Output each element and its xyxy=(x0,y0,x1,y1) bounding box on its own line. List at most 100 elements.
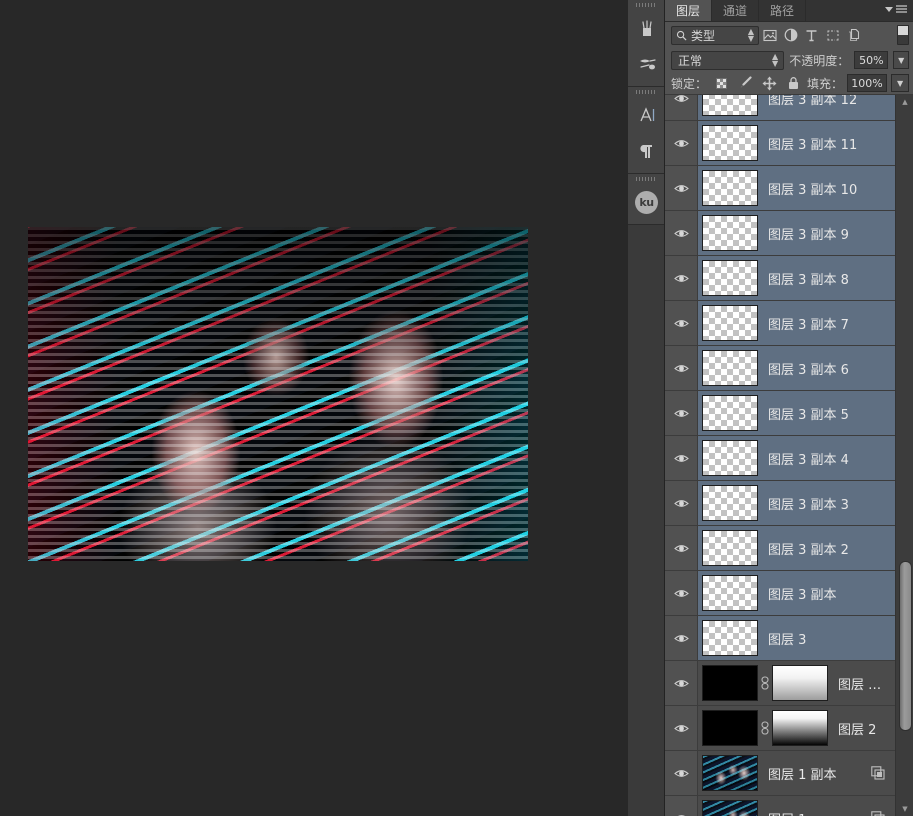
layer-visibility-toggle[interactable] xyxy=(665,481,698,525)
tab-layers[interactable]: 图层 xyxy=(665,0,713,21)
layer-visibility-toggle[interactable] xyxy=(665,616,698,660)
layer-row[interactable]: 图层 3 副本 7 xyxy=(665,301,895,346)
scroll-down-arrow-icon[interactable]: ▼ xyxy=(896,802,913,816)
layer-row[interactable]: 图层 3 副本 4 xyxy=(665,436,895,481)
layer-name[interactable]: 图层 3 副本 11 xyxy=(768,134,895,153)
layer-row[interactable]: 图层 3 副本 10 xyxy=(665,166,895,211)
layer-visibility-toggle[interactable] xyxy=(665,796,698,816)
paragraph-panel-icon[interactable] xyxy=(628,133,665,169)
layer-visibility-toggle[interactable] xyxy=(665,706,698,750)
fill-slider-dropdown[interactable]: ▼ xyxy=(891,74,910,92)
layer-row[interactable]: 图层 3 xyxy=(665,616,895,661)
document-image[interactable] xyxy=(28,227,528,561)
lock-all-icon[interactable] xyxy=(783,74,803,92)
layer-visibility-toggle[interactable] xyxy=(665,166,698,210)
layer-name[interactable]: 图层 3 xyxy=(768,629,895,648)
lock-image-pixels-icon[interactable] xyxy=(735,74,755,92)
layer-row[interactable]: 图层 3 副本 9 xyxy=(665,211,895,256)
layer-thumbnail[interactable] xyxy=(702,440,758,476)
layer-thumbnail[interactable] xyxy=(702,575,758,611)
layer-name[interactable]: 图层 1 副本 xyxy=(768,764,871,783)
dock-grip[interactable] xyxy=(628,174,664,184)
layer-visibility-toggle[interactable] xyxy=(665,661,698,705)
canvas-area[interactable] xyxy=(0,0,628,816)
layer-name[interactable]: 图层 3 副本 7 xyxy=(768,314,895,333)
layer-thumbnail[interactable] xyxy=(702,755,758,791)
tab-channels[interactable]: 通道 xyxy=(712,0,760,21)
layer-visibility-toggle[interactable] xyxy=(665,211,698,255)
scroll-thumb[interactable] xyxy=(899,561,912,731)
layer-visibility-toggle[interactable] xyxy=(665,95,698,120)
layers-scrollbar[interactable]: ▲ ▼ xyxy=(895,95,913,816)
layer-thumbnail[interactable] xyxy=(702,260,758,296)
layer-thumbnail[interactable] xyxy=(702,710,758,746)
lock-position-icon[interactable] xyxy=(759,74,779,92)
filter-kind-select[interactable]: 类型 ▲ ▼ xyxy=(671,25,759,45)
panel-menu-icon[interactable] xyxy=(885,5,907,14)
layer-thumbnail[interactable] xyxy=(702,95,758,116)
filter-pixel-icon[interactable] xyxy=(759,25,780,45)
layer-row[interactable]: 图层 3 副本 6 xyxy=(665,346,895,391)
layer-mask-thumbnail[interactable] xyxy=(772,665,828,701)
fill-input[interactable]: 100% xyxy=(847,74,888,92)
scroll-up-arrow-icon[interactable]: ▲ xyxy=(896,95,913,109)
layer-list[interactable]: 图层 3 副本 12 图层 3 副本 11 图层 3 副本 10 图层 3 副本 9 图… xyxy=(665,94,913,816)
layer-name[interactable]: 图层 … xyxy=(838,674,895,693)
blend-mode-select[interactable]: 正常 ▲ ▼ xyxy=(671,50,785,70)
layer-thumbnail[interactable] xyxy=(702,620,758,656)
layer-name[interactable]: 图层 3 副本 2 xyxy=(768,539,895,558)
layer-row[interactable]: 图层 3 副本 8 xyxy=(665,256,895,301)
dock-grip[interactable] xyxy=(628,87,664,97)
mask-link-icon[interactable] xyxy=(758,676,772,690)
layer-visibility-toggle[interactable] xyxy=(665,526,698,570)
layer-mask-thumbnail[interactable] xyxy=(772,710,828,746)
layer-row[interactable]: 图层 3 副本 xyxy=(665,571,895,616)
layer-name[interactable]: 图层 3 副本 12 xyxy=(768,95,895,108)
layer-name[interactable]: 图层 3 副本 xyxy=(768,584,895,603)
layer-thumbnail[interactable] xyxy=(702,665,758,701)
layer-thumbnail[interactable] xyxy=(702,215,758,251)
layer-row[interactable]: 图层 3 副本 12 xyxy=(665,95,895,121)
layer-visibility-toggle[interactable] xyxy=(665,121,698,165)
filter-shape-icon[interactable] xyxy=(822,25,843,45)
character-panel-icon[interactable] xyxy=(628,97,665,133)
dock-grip[interactable] xyxy=(628,0,664,10)
layer-row[interactable]: 图层 3 副本 11 xyxy=(665,121,895,166)
layer-name[interactable]: 图层 3 副本 5 xyxy=(768,404,895,423)
layer-visibility-toggle[interactable] xyxy=(665,301,698,345)
layer-row[interactable]: 图层 1 副本 xyxy=(665,751,895,796)
layer-visibility-toggle[interactable] xyxy=(665,436,698,480)
layer-name[interactable]: 图层 2 xyxy=(838,719,895,738)
layer-thumbnail[interactable] xyxy=(702,530,758,566)
tab-paths[interactable]: 路径 xyxy=(759,0,807,21)
kuler-panel-icon[interactable]: ku xyxy=(628,184,665,220)
layer-row[interactable]: 图层 2 xyxy=(665,706,895,751)
layer-row[interactable]: 图层 … xyxy=(665,661,895,706)
layer-thumbnail[interactable] xyxy=(702,485,758,521)
layer-row[interactable]: 图层 1 xyxy=(665,796,895,816)
opacity-input[interactable]: 50% xyxy=(854,51,889,69)
layer-thumbnail[interactable] xyxy=(702,305,758,341)
layer-visibility-toggle[interactable] xyxy=(665,391,698,435)
layer-thumbnail[interactable] xyxy=(702,125,758,161)
layer-visibility-toggle[interactable] xyxy=(665,256,698,300)
layer-thumbnail[interactable] xyxy=(702,800,758,816)
layer-row[interactable]: 图层 3 副本 5 xyxy=(665,391,895,436)
updown-spinner-icon[interactable]: ▲ ▼ xyxy=(748,28,754,43)
filter-smartobject-icon[interactable] xyxy=(843,25,864,45)
updown-spinner-icon[interactable]: ▲ ▼ xyxy=(772,53,778,68)
filter-adjustment-icon[interactable] xyxy=(780,25,801,45)
layer-thumbnail[interactable] xyxy=(702,395,758,431)
layer-visibility-toggle[interactable] xyxy=(665,346,698,390)
layer-name[interactable]: 图层 3 副本 4 xyxy=(768,449,895,468)
layer-name[interactable]: 图层 3 副本 9 xyxy=(768,224,895,243)
filter-enable-toggle[interactable] xyxy=(897,25,909,45)
layer-visibility-toggle[interactable] xyxy=(665,571,698,615)
layer-row[interactable]: 图层 3 副本 2 xyxy=(665,526,895,571)
layer-thumbnail[interactable] xyxy=(702,170,758,206)
layer-name[interactable]: 图层 3 副本 3 xyxy=(768,494,895,513)
brush-panel-icon[interactable] xyxy=(628,10,665,46)
layer-visibility-toggle[interactable] xyxy=(665,751,698,795)
lock-transparent-pixels-icon[interactable] xyxy=(711,74,731,92)
layer-name[interactable]: 图层 3 副本 8 xyxy=(768,269,895,288)
